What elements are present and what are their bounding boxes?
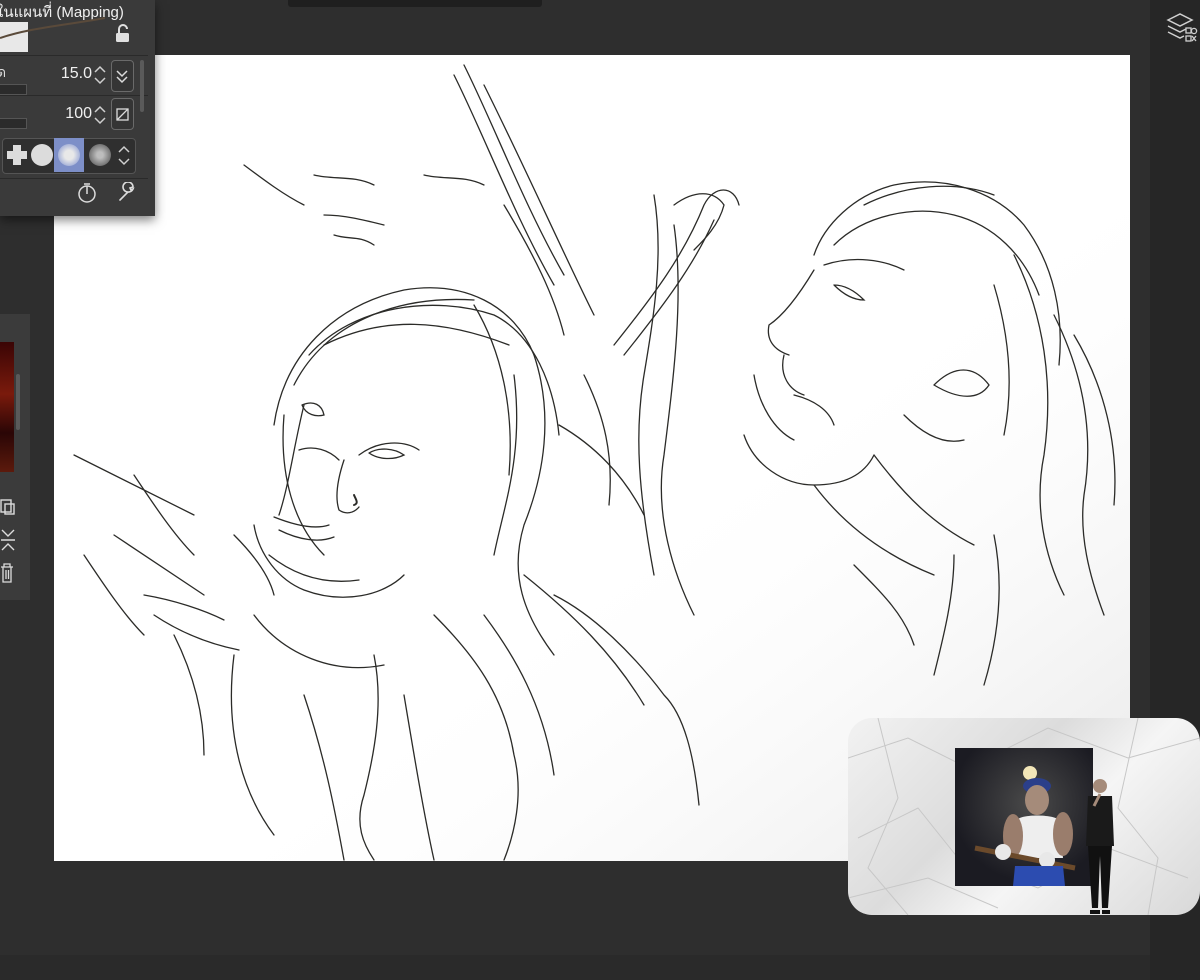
brush-size-label: ด [0, 64, 7, 80]
top-panel-edge [288, 0, 542, 7]
status-bar [0, 955, 1150, 980]
divider [0, 55, 148, 56]
spinner-up-icon[interactable] [94, 64, 106, 74]
divider [0, 95, 148, 96]
brush-tip-icon[interactable] [6, 144, 28, 166]
spinner-up-icon[interactable] [118, 144, 130, 154]
spinner-down-icon[interactable] [94, 116, 106, 126]
layer-thumbnail[interactable] [0, 342, 14, 472]
opacity-value[interactable]: 100 [32, 105, 92, 123]
layer-scrollbar[interactable] [16, 374, 20, 430]
trash-icon[interactable] [0, 562, 14, 584]
reference-photo [955, 748, 1093, 886]
wrench-icon[interactable] [116, 182, 138, 204]
reference-person [1086, 779, 1114, 914]
brush-tip-icon[interactable] [58, 144, 80, 166]
spinner-up-icon[interactable] [94, 104, 106, 114]
dial-icon[interactable] [76, 182, 98, 204]
merge-layer-icon[interactable] [0, 528, 16, 552]
opacity-slider[interactable] [0, 118, 27, 129]
brush-tip-icon[interactable] [89, 144, 111, 166]
brush-tip-icon[interactable] [31, 144, 53, 166]
copy-layer-icon[interactable] [0, 496, 16, 516]
layer-panel [0, 314, 30, 600]
lock-icon[interactable] [114, 24, 132, 44]
reference-image-card[interactable] [848, 718, 1200, 915]
brush-size-slider[interactable] [0, 84, 27, 95]
spinner-down-icon[interactable] [118, 157, 130, 167]
layers-icon[interactable] [1164, 8, 1198, 44]
brush-stroke-preview [0, 17, 106, 39]
brush-property-panel: ในแผนที่ (Mapping) ด 15.0 100 [0, 0, 155, 216]
panel-scrollbar[interactable] [140, 60, 144, 112]
pressure-toggle-icon[interactable] [111, 60, 134, 92]
brush-size-value[interactable]: 15.0 [32, 65, 92, 83]
opacity-toggle-icon[interactable] [111, 98, 134, 130]
divider [0, 178, 148, 179]
spinner-down-icon[interactable] [94, 76, 106, 86]
